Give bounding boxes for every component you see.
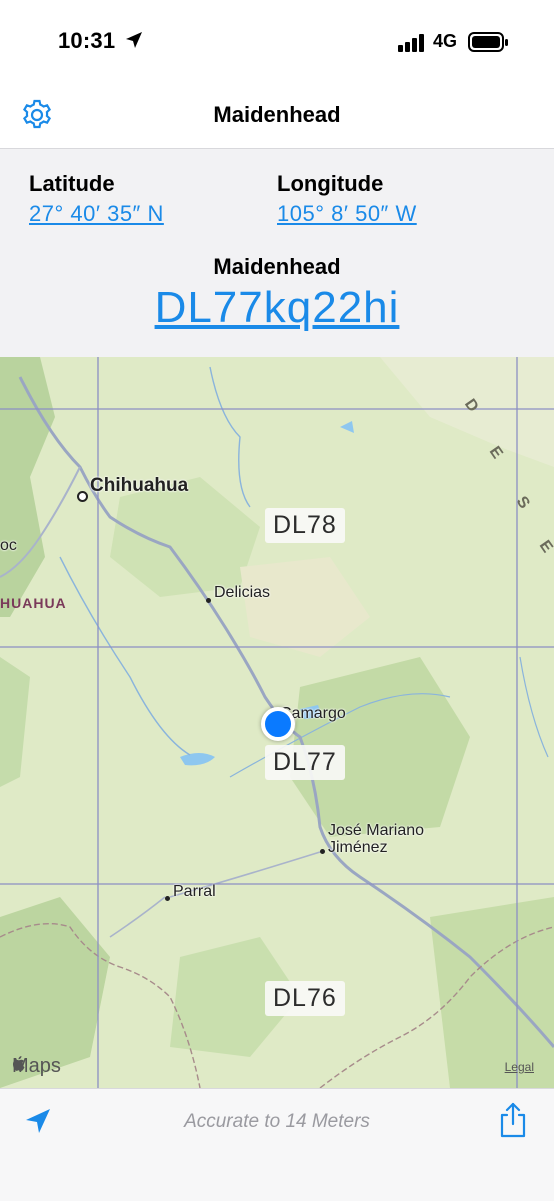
- longitude-value[interactable]: 105° 8′ 50″ W: [277, 201, 417, 227]
- apple-maps-logo: Maps: [12, 1055, 61, 1078]
- maidenhead-label: Maidenhead: [213, 254, 341, 279]
- navigation-bar: Maidenhead: [0, 82, 554, 149]
- city-label-jose-mariano[interactable]: José Mariano: [328, 822, 424, 840]
- city-label-parral[interactable]: Parral: [173, 883, 216, 901]
- legal-link[interactable]: Legal: [505, 1060, 534, 1074]
- state-label: HUAHUA: [0, 595, 67, 611]
- city-label-chihuahua[interactable]: Chihuahua: [90, 475, 188, 497]
- network-type: 4G: [433, 31, 458, 51]
- grid-label-dl77: DL77: [265, 745, 345, 780]
- battery-icon: [468, 32, 508, 52]
- grid-label-dl78: DL78: [265, 508, 345, 543]
- status-bar: 10:31 4G: [0, 0, 554, 82]
- user-location-dot: [261, 707, 295, 741]
- status-time: 10:31: [58, 28, 116, 53]
- location-services-icon: [126, 32, 142, 48]
- jimenez-marker: [320, 849, 325, 854]
- chihuahua-marker: [77, 491, 88, 502]
- cellular-signal-icon: [398, 34, 424, 52]
- maidenhead-locator[interactable]: DL77kq22hi: [0, 283, 554, 333]
- city-label-partial: oc: [0, 537, 17, 554]
- longitude-label: Longitude: [277, 171, 384, 196]
- share-icon[interactable]: [496, 1101, 530, 1139]
- latitude-value[interactable]: 27° 40′ 35″ N: [29, 201, 164, 227]
- latitude-label: Latitude: [29, 171, 115, 196]
- city-label-delicias[interactable]: Delicias: [214, 584, 270, 602]
- city-label-jimenez[interactable]: Jiménez: [328, 839, 388, 857]
- map-view[interactable]: D E S E Chihuahua oc HUAHUA Delicias Cam…: [0, 357, 554, 1088]
- parral-marker: [165, 896, 170, 901]
- grid-label-dl76: DL76: [265, 981, 345, 1016]
- coordinates-panel: Latitude 27° 40′ 35″ N Longitude 105° 8′…: [0, 149, 554, 357]
- apple-logo-icon: [12, 1056, 25, 1071]
- page-title: Maidenhead: [213, 102, 341, 127]
- bottom-toolbar: Accurate to 14 Meters: [0, 1088, 554, 1201]
- accuracy-text: Accurate to 14 Meters: [184, 1111, 370, 1132]
- delicias-marker: [206, 598, 211, 603]
